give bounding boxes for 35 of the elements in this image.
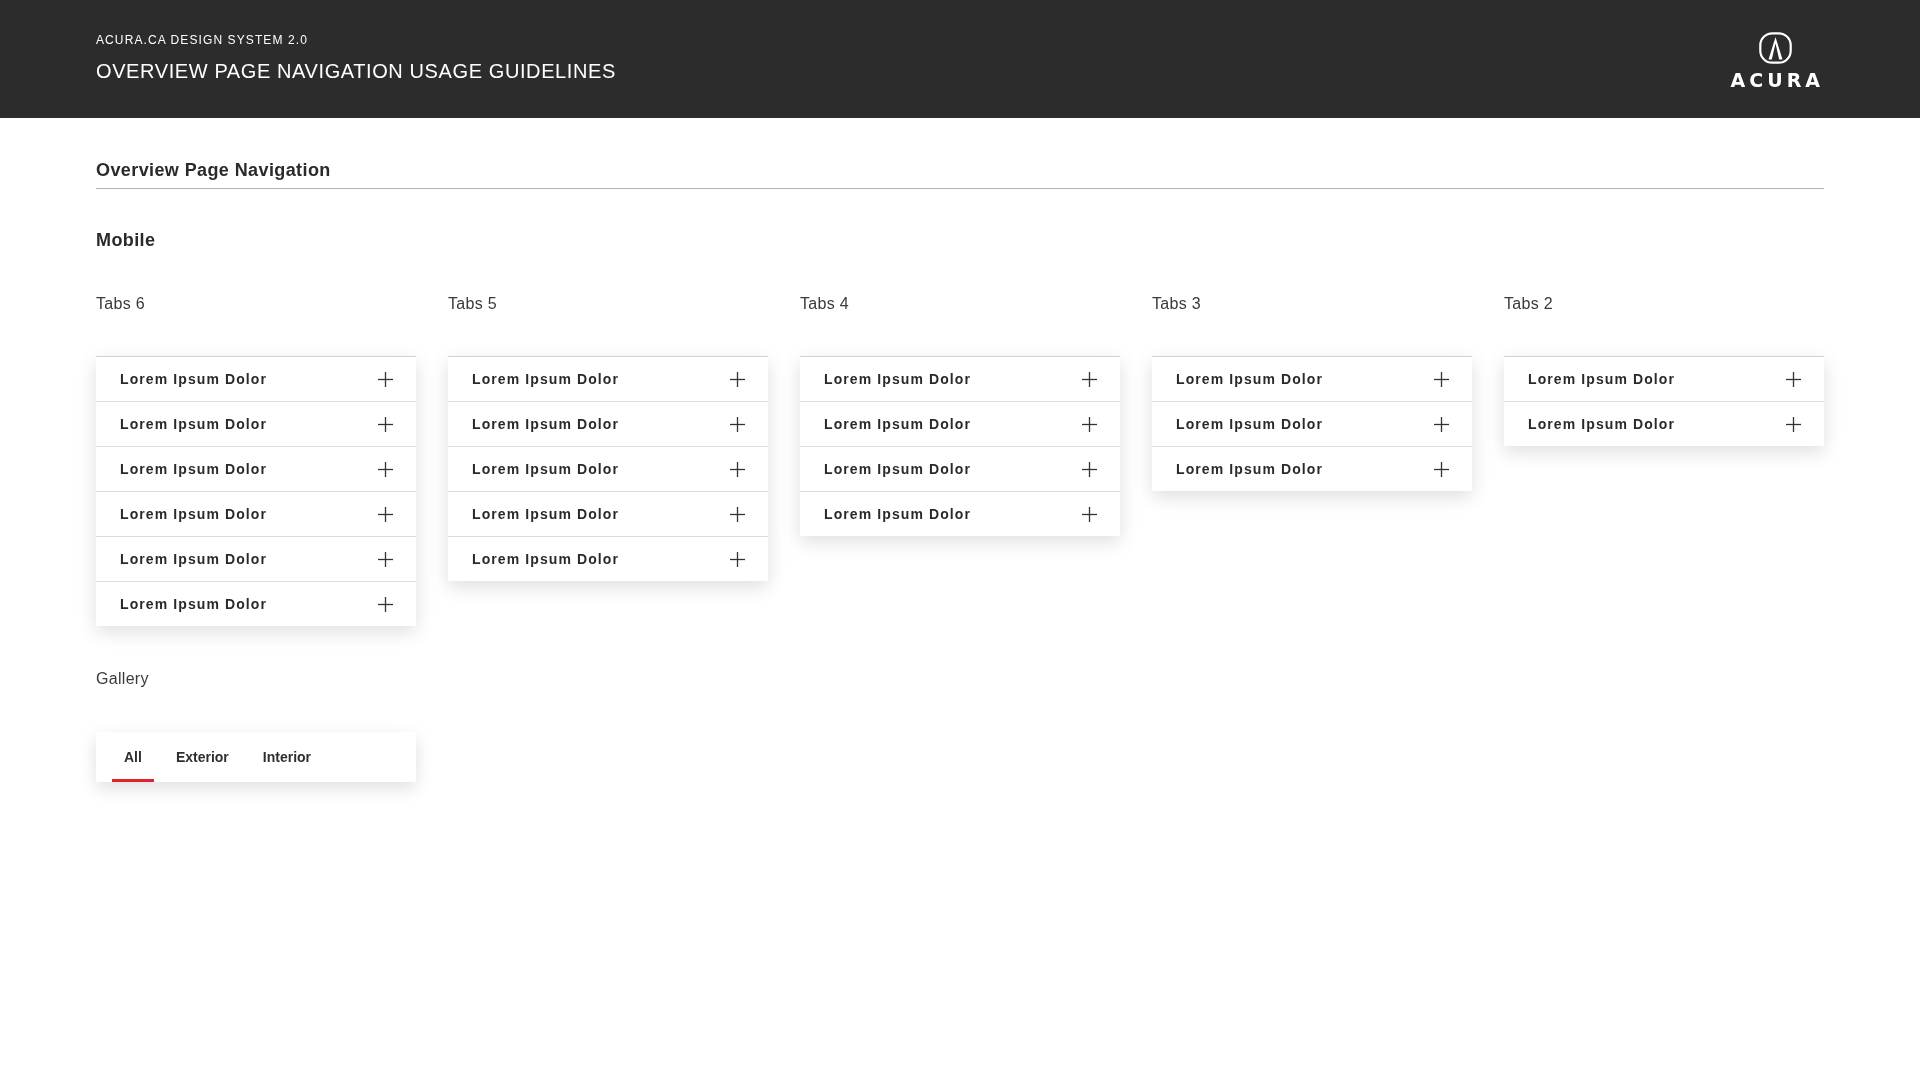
tab-group-label: Tabs 5: [448, 294, 497, 314]
tab-group-label: Tabs 3: [1152, 294, 1201, 314]
accordion-row[interactable]: Lorem Ipsum Dolor: [1504, 401, 1824, 446]
accordion-row[interactable]: Lorem Ipsum Dolor: [800, 357, 1120, 401]
tab-group-label: Tabs 2: [1504, 294, 1553, 314]
accordion-row[interactable]: Lorem Ipsum Dolor: [96, 401, 416, 446]
header-subtitle: ACURA.CA DESIGN SYSTEM 2.0: [96, 32, 308, 48]
accordion-row[interactable]: Lorem Ipsum Dolor: [1504, 357, 1824, 401]
gallery-tab[interactable]: Exterior: [163, 732, 241, 782]
gallery-tab[interactable]: All: [112, 732, 154, 782]
gallery-tab[interactable]: Interior: [250, 732, 324, 782]
accordion-row[interactable]: Lorem Ipsum Dolor: [1152, 446, 1472, 491]
accordion-row[interactable]: Lorem Ipsum Dolor: [800, 446, 1120, 491]
accordion-row[interactable]: Lorem Ipsum Dolor: [96, 357, 416, 401]
accordion-row[interactable]: Lorem Ipsum Dolor: [448, 491, 768, 536]
accordion-row[interactable]: Lorem Ipsum Dolor: [1152, 401, 1472, 446]
tab-group-label: Tabs 6: [96, 294, 145, 314]
accordion-row[interactable]: Lorem Ipsum Dolor: [96, 491, 416, 536]
accordion-row[interactable]: Lorem Ipsum Dolor: [96, 536, 416, 581]
accordion-row[interactable]: Lorem Ipsum Dolor: [448, 401, 768, 446]
header-title: OVERVIEW PAGE NAVIGATION USAGE GUIDELINES: [96, 59, 616, 83]
section-title: Overview Page Navigation: [96, 159, 331, 182]
accordion-row[interactable]: Lorem Ipsum Dolor: [448, 357, 768, 401]
accordion-row[interactable]: Lorem Ipsum Dolor: [448, 536, 768, 581]
accordion-row[interactable]: Lorem Ipsum Dolor: [800, 401, 1120, 446]
section-heading: Mobile: [96, 229, 156, 252]
accordion-row[interactable]: Lorem Ipsum Dolor: [1152, 357, 1472, 401]
tab-group-label: Tabs 4: [800, 294, 849, 314]
emblem-icon: [1758, 32, 1792, 64]
gallery-label: Gallery: [96, 669, 149, 689]
accordion-row[interactable]: Lorem Ipsum Dolor: [800, 491, 1120, 536]
logo-wordmark: ACURA: [1729, 71, 1824, 89]
accordion-row[interactable]: Lorem Ipsum Dolor: [96, 446, 416, 491]
accordion-row[interactable]: Lorem Ipsum Dolor: [96, 581, 416, 626]
accordion-row[interactable]: Lorem Ipsum Dolor: [448, 446, 768, 491]
